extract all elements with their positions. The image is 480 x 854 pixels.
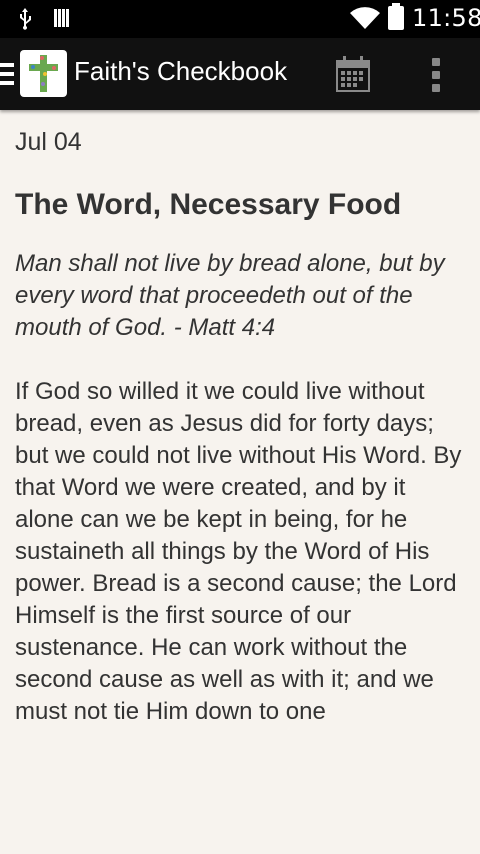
signal-bars-icon (54, 9, 70, 31)
battery-icon (388, 3, 404, 30)
calendar-icon[interactable] (336, 56, 370, 96)
status-bar: 11:58 (0, 0, 480, 38)
wifi-icon (350, 7, 380, 33)
clock: 11:58 (412, 4, 480, 32)
devotional-date: Jul 04 (15, 128, 82, 156)
drawer-icon[interactable] (0, 63, 14, 85)
cross-app-icon[interactable] (20, 50, 67, 97)
app-title: Faith's Checkbook (74, 56, 288, 86)
overflow-menu-icon[interactable] (432, 58, 442, 92)
usb-icon (18, 8, 32, 34)
devotional-content: Jul 04 The Word, Necessary Food Man shal… (15, 110, 470, 728)
devotional-title: The Word, Necessary Food (15, 188, 402, 221)
devotional-verse: Man shall not live by bread alone, but b… (15, 250, 445, 341)
action-bar: Faith's Checkbook (0, 38, 480, 110)
devotional-body: If God so willed it we could live withou… (15, 378, 462, 725)
